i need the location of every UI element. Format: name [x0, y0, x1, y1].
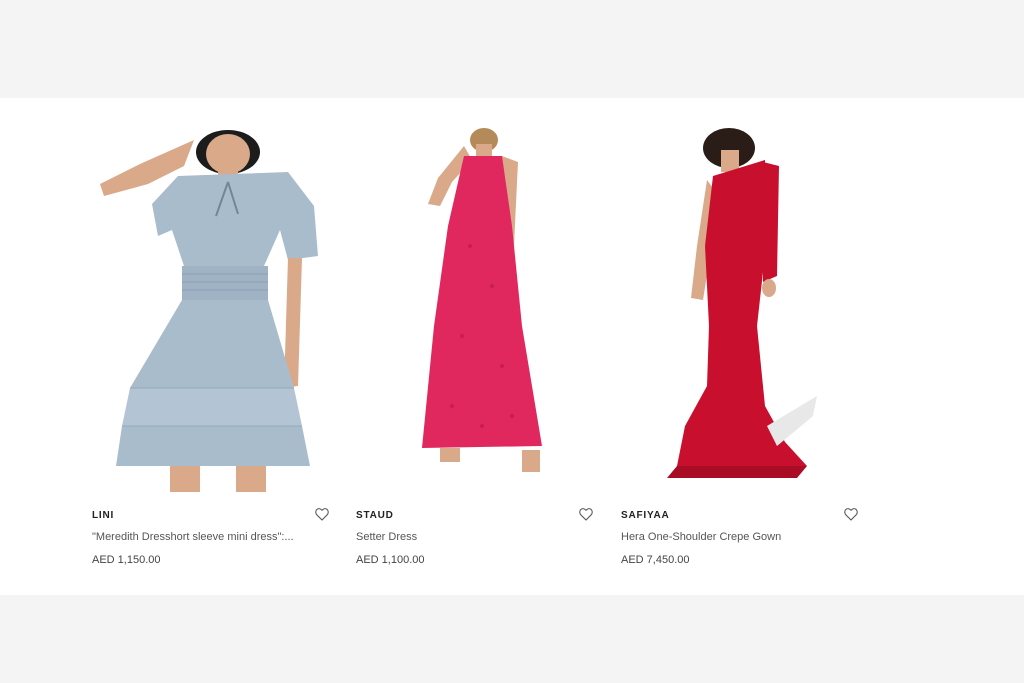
product-brand: SAFIYAA: [621, 510, 670, 521]
wishlist-button[interactable]: [313, 505, 331, 523]
heart-icon: [579, 508, 593, 521]
product-price: AED 1,150.00: [92, 554, 161, 566]
heart-icon: [844, 508, 858, 521]
product-title[interactable]: Hera One-Shoulder Crepe Gown: [621, 531, 857, 543]
product-image-red-gown[interactable]: [617, 126, 862, 496]
product-title[interactable]: Setter Dress: [356, 531, 592, 543]
product-price: AED 7,450.00: [621, 554, 690, 566]
heart-icon: [315, 508, 329, 521]
product-card[interactable]: SAFIYAA Hera One-Shoulder Crepe Gown AED…: [617, 98, 862, 595]
product-card[interactable]: STAUD Setter Dress AED 1,100.00: [352, 98, 597, 595]
product-image-pink-maxi-dress[interactable]: [352, 126, 597, 496]
product-title[interactable]: "Meredith Dresshort sleeve mini dress":.…: [92, 531, 328, 543]
product-price: AED 1,100.00: [356, 554, 425, 566]
product-brand: LINI: [92, 510, 115, 521]
product-grid: LINI "Meredith Dresshort sleeve mini dre…: [0, 98, 1024, 595]
wishlist-button[interactable]: [577, 505, 595, 523]
wishlist-button[interactable]: [842, 505, 860, 523]
product-brand: STAUD: [356, 510, 394, 521]
product-image-blue-mini-dress[interactable]: [88, 126, 333, 496]
product-card[interactable]: LINI "Meredith Dresshort sleeve mini dre…: [88, 98, 333, 595]
